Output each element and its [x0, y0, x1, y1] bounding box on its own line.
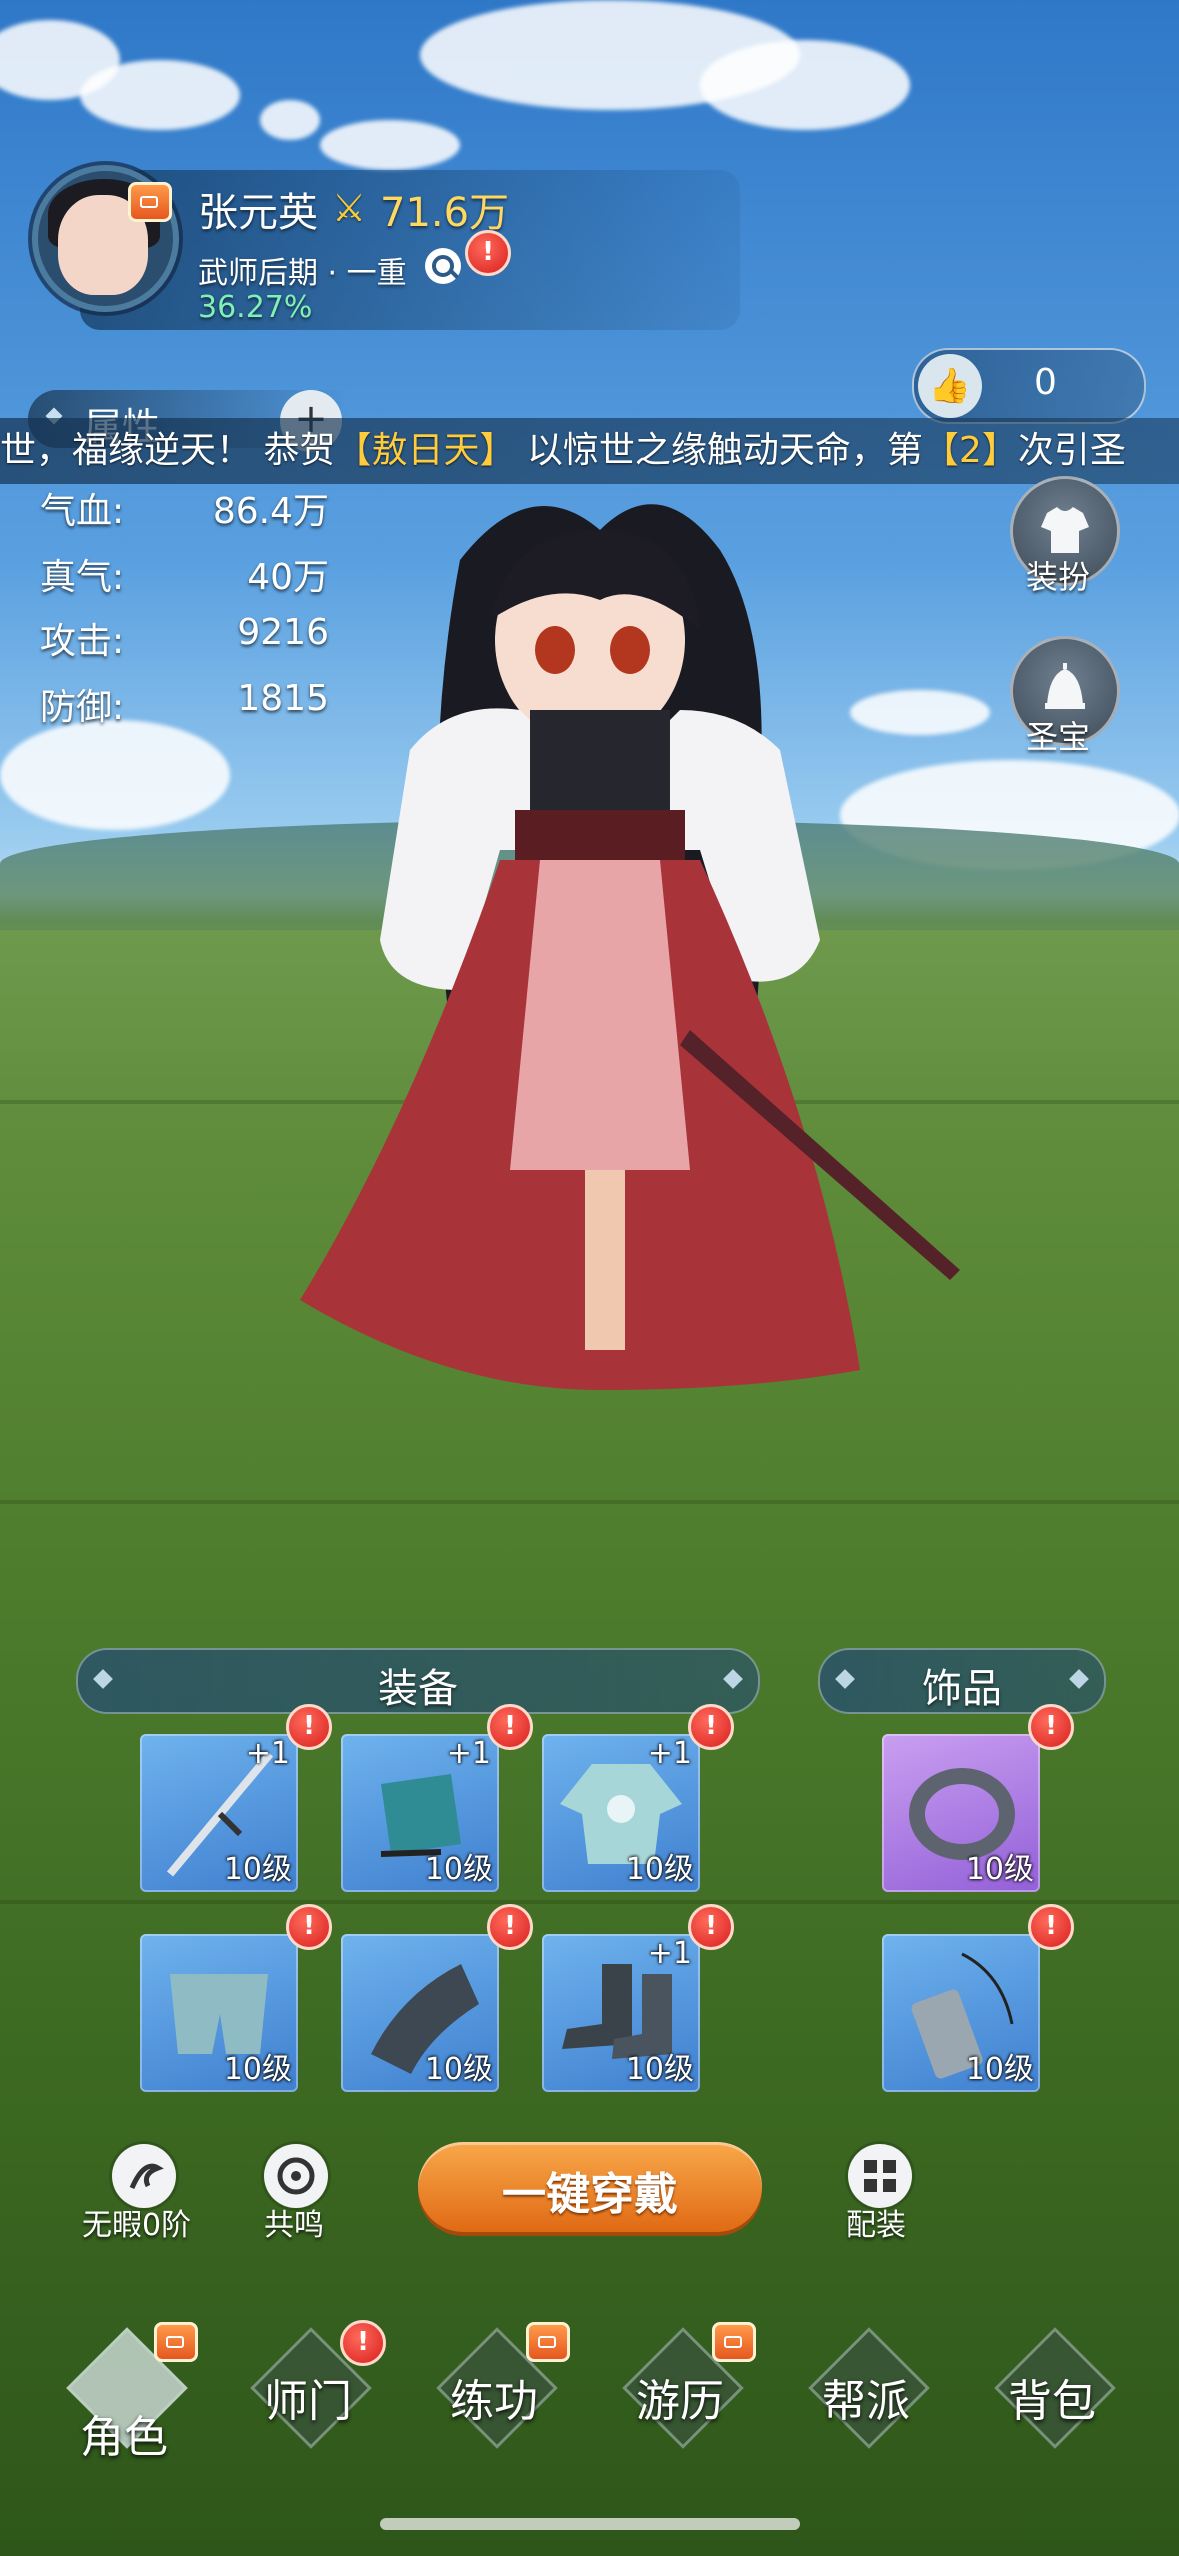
nav-label: 背包 — [1008, 2376, 1096, 2427]
equipment-slot-weapon[interactable]: +1 10级 — [140, 1734, 298, 1892]
loadout-button[interactable] — [848, 2144, 912, 2208]
alert-badge-icon: ! — [1028, 1904, 1074, 1950]
stat-label-defense: 防御: — [40, 687, 125, 728]
upgrade-plus: +1 — [446, 1736, 491, 1771]
cloud — [320, 120, 460, 170]
nav-label: 帮派 — [822, 2376, 910, 2427]
character-model — [300, 504, 960, 1390]
cultivation-rank: 武师后期 · 一重 — [198, 256, 407, 291]
grid-icon — [864, 2160, 896, 2192]
search-icon[interactable] — [425, 248, 461, 284]
grass-texture — [0, 1500, 1179, 1504]
chest-badge-icon — [154, 2322, 198, 2362]
flawless-label: 无暇0阶 — [82, 2208, 192, 2243]
wear-all-button[interactable]: 一键穿戴 — [418, 2142, 762, 2232]
swirl-icon — [129, 2163, 164, 2190]
cloud — [700, 40, 910, 130]
cloud — [260, 100, 320, 140]
slot-level: 10级 — [965, 1852, 1034, 1887]
equipment-title: 装备 — [378, 1666, 458, 1712]
chest-badge-icon — [526, 2322, 570, 2362]
accessories-title: 饰品 — [922, 1666, 1002, 1712]
like-count: 0 — [1034, 362, 1057, 403]
slot-level: 10级 — [625, 1852, 694, 1887]
player-name: 张元英 — [198, 190, 318, 236]
slot-level: 10级 — [223, 2052, 292, 2087]
alert-badge-icon: ! — [487, 1904, 533, 1950]
nav-label: 师门 — [264, 2376, 352, 2427]
ticker-highlight: 【2】 — [922, 430, 1018, 471]
equipment-slot-armor[interactable]: +1 10级 — [542, 1734, 700, 1892]
slot-level: 10级 — [625, 2052, 694, 2087]
alert-badge-icon: ! — [688, 1704, 734, 1750]
wear-all-label: 一键穿戴 — [502, 2169, 678, 2220]
alert-badge-icon: ! — [1028, 1704, 1074, 1750]
ticker-highlight: 【敖日天】 — [335, 430, 516, 471]
crossed-swords-icon: ⚔ — [332, 186, 367, 230]
cloud — [80, 60, 240, 130]
ticker-text: 世，福缘逆天！ 恭贺 — [0, 430, 336, 471]
alert-badge-icon: ! — [286, 1904, 332, 1950]
nav-label: 角色 — [80, 2412, 168, 2463]
upgrade-plus: +1 — [245, 1736, 290, 1771]
chest-badge-icon — [128, 182, 172, 222]
stat-label-qi: 真气: — [40, 557, 125, 598]
like-button[interactable]: 👍 0 — [912, 348, 1146, 424]
nav-label: 游历 — [636, 2376, 724, 2427]
slot-level: 10级 — [424, 1852, 493, 1887]
equipment-slot-boots[interactable]: +1 10级 — [542, 1934, 700, 2092]
slot-level: 10级 — [965, 2052, 1034, 2087]
alert-badge-icon: ! — [688, 1904, 734, 1950]
slot-level: 10级 — [424, 2052, 493, 2087]
upgrade-plus: +1 — [647, 1936, 692, 1971]
chest-badge-icon — [712, 2322, 756, 2362]
loadout-label: 配装 — [846, 2208, 906, 2243]
nav-backpack[interactable]: 背包 — [972, 2325, 1132, 2475]
cultivation-progress: 36.27% — [198, 290, 313, 325]
equipment-slot-helmet[interactable]: +1 10级 — [341, 1734, 499, 1892]
slot-level: 10级 — [223, 1852, 292, 1887]
resonance-label: 共鸣 — [264, 2208, 324, 2243]
spiral-icon — [277, 2157, 315, 2195]
accessory-slot-ring[interactable]: 10级 — [882, 1734, 1040, 1892]
alert-badge-icon: ! — [465, 230, 511, 276]
nav-label: 练功 — [450, 2376, 538, 2427]
equipment-header: 装备 — [76, 1648, 760, 1714]
nav-guild[interactable]: 帮派 — [786, 2325, 946, 2475]
accessories-header: 饰品 — [818, 1648, 1106, 1714]
alert-badge-icon: ! — [487, 1704, 533, 1750]
accessory-slot-pendant[interactable]: 10级 — [882, 1934, 1040, 2092]
resonance-button[interactable] — [264, 2144, 328, 2208]
home-indicator[interactable] — [380, 2518, 800, 2530]
equipment-slot-bracer[interactable]: 10级 — [341, 1934, 499, 2092]
stat-label-attack: 攻击: — [40, 621, 125, 662]
upgrade-plus: +1 — [647, 1736, 692, 1771]
stat-label-hp: 气血: — [40, 491, 125, 532]
grass-texture — [0, 1900, 1179, 1904]
equipment-slot-pants[interactable]: 10级 — [140, 1934, 298, 2092]
game-screen: 张元英 ⚔ 71.6万 武师后期 · 一重 ! 36.27% 👍 0 属性 + … — [0, 0, 1179, 2556]
ticker-text: 次引圣 — [1017, 430, 1126, 471]
flawless-button[interactable] — [112, 2144, 176, 2208]
cloud — [0, 720, 230, 830]
alert-badge-icon: ! — [340, 2320, 386, 2366]
alert-badge-icon: ! — [286, 1704, 332, 1750]
ticker-text: 以惊世之缘触动天命，第 — [515, 430, 923, 471]
thumbs-up-icon: 👍 — [918, 354, 982, 418]
